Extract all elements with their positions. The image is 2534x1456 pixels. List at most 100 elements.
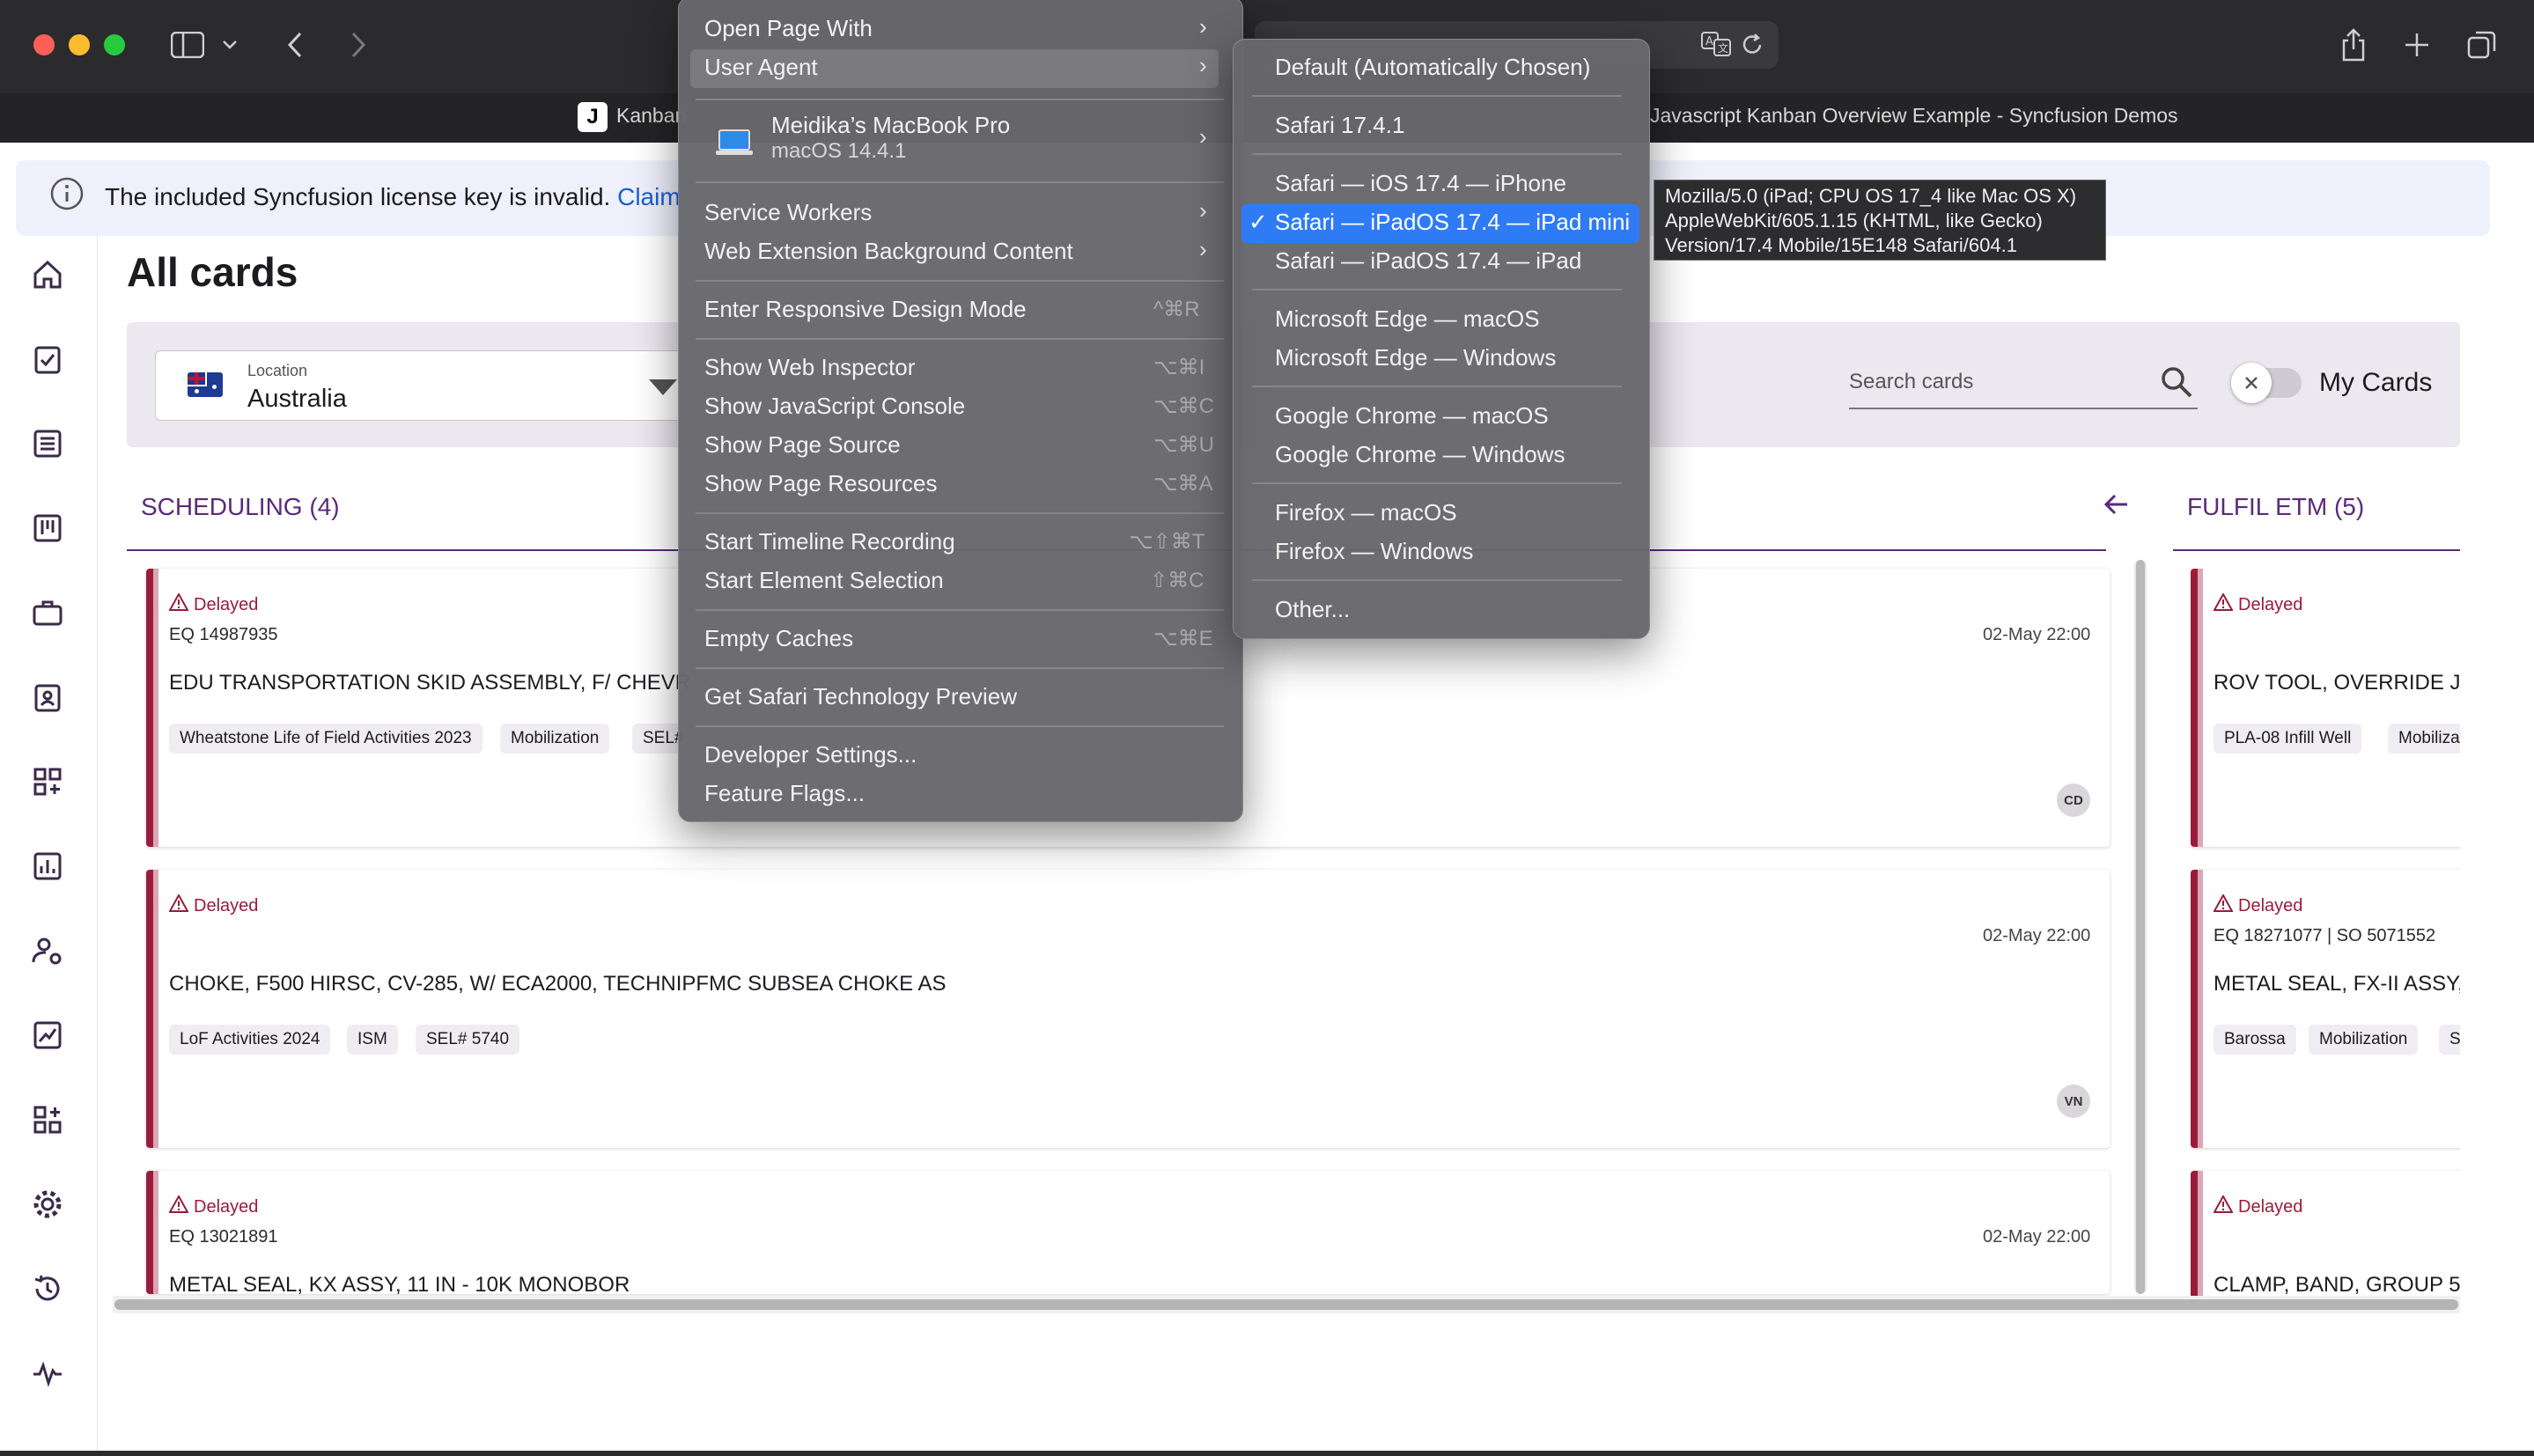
- menu-item-js-console[interactable]: Show JavaScript Console: [704, 393, 965, 420]
- card-date: 02-May 22:00: [1983, 1227, 2091, 1246]
- page-title: All cards: [127, 249, 298, 295]
- favicon-icon: J: [578, 102, 608, 132]
- close-window-button[interactable]: [33, 34, 55, 55]
- home-icon[interactable]: [26, 254, 69, 296]
- ua-chrome-windows[interactable]: Google Chrome — Windows: [1275, 441, 1565, 468]
- back-icon[interactable]: [275, 25, 315, 65]
- kanban-card[interactable]: Delayed CHOKE, F500 HIRSC, CV-285, W/ EC…: [146, 870, 2110, 1148]
- menu-item-feature-flags[interactable]: Feature Flags...: [704, 780, 865, 807]
- warning-icon: [2213, 893, 2234, 917]
- menu-item-page-resources[interactable]: Show Page Resources: [704, 470, 937, 497]
- ua-firefox-windows[interactable]: Firefox — Windows: [1275, 538, 1473, 565]
- user-settings-icon[interactable]: [26, 930, 69, 972]
- menu-item-device-name[interactable]: Meidika’s MacBook Pro: [771, 112, 1010, 139]
- collapse-arrow-icon[interactable]: [2103, 491, 2131, 522]
- menu-item-element-selection[interactable]: Start Element Selection: [704, 567, 944, 594]
- minimize-window-button[interactable]: [69, 34, 90, 55]
- ua-firefox-macos[interactable]: Firefox — macOS: [1275, 499, 1457, 526]
- menu-item-web-inspector[interactable]: Show Web Inspector: [704, 354, 915, 381]
- zoom-window-button[interactable]: [104, 34, 125, 55]
- dropdown-caret-icon: [649, 379, 677, 400]
- submenu-chevron-icon: ›: [1199, 236, 1207, 262]
- analytics-icon[interactable]: [26, 1014, 69, 1056]
- menu-separator: [1252, 95, 1622, 97]
- claim-link[interactable]: Claim: [617, 183, 681, 210]
- ua-edge-macos[interactable]: Microsoft Edge — macOS: [1275, 305, 1540, 333]
- menu-item-service-workers[interactable]: Service Workers: [704, 199, 872, 226]
- license-banner-text: The included Syncfusion license key is i…: [105, 183, 681, 211]
- ua-chrome-macos[interactable]: Google Chrome — macOS: [1275, 402, 1549, 430]
- column-scrollbar[interactable]: [2134, 560, 2147, 1294]
- shortcut: ^⌘R: [1153, 298, 1200, 321]
- tab-active-title[interactable]: Javascript Kanban Overview Example - Syn…: [1650, 104, 2178, 128]
- menu-item-developer-settings[interactable]: Developer Settings...: [704, 741, 917, 768]
- ua-safari-ios-iphone[interactable]: Safari — iOS 17.4 — iPhone: [1275, 170, 1566, 197]
- search-underline: [1849, 408, 2198, 409]
- kanban-card[interactable]: Delayed ROV TOOL, OVERRIDE JA PLA-08 Inf…: [2191, 569, 2460, 847]
- location-dropdown[interactable]: Location Australia: [155, 350, 685, 421]
- menu-item-responsive-design[interactable]: Enter Responsive Design Mode: [704, 296, 1027, 323]
- ua-safari[interactable]: Safari 17.4.1: [1275, 112, 1404, 139]
- ua-safari-ipad-mini[interactable]: Safari — iPadOS 17.4 — iPad mini: [1275, 209, 1630, 236]
- history-icon[interactable]: [26, 1268, 69, 1310]
- tab-left-title[interactable]: Kanban: [616, 104, 686, 128]
- ua-other[interactable]: Other...: [1275, 596, 1350, 623]
- menu-item-user-agent[interactable]: User Agent: [704, 54, 818, 81]
- card-tag: Wheatstone Life of Field Activities 2023: [169, 724, 482, 754]
- menu-item-web-extension[interactable]: Web Extension Background Content: [704, 238, 1073, 265]
- my-cards-toggle[interactable]: [2231, 363, 2302, 403]
- contact-board-icon[interactable]: [26, 676, 69, 718]
- search-icon[interactable]: [2159, 364, 2194, 404]
- card-tag: Mobilization: [500, 724, 610, 754]
- menu-separator: [1252, 289, 1622, 290]
- warning-icon: [168, 592, 189, 616]
- menu-item-page-source[interactable]: Show Page Source: [704, 431, 901, 459]
- menu-item-empty-caches[interactable]: Empty Caches: [704, 625, 853, 652]
- shortcut: ⌥⌘A: [1153, 472, 1213, 496]
- tab-overview-icon[interactable]: [2462, 25, 2502, 65]
- settings-gear-icon[interactable]: [26, 1183, 69, 1225]
- search-input[interactable]: Search cards: [1849, 370, 1973, 394]
- kanban-card[interactable]: Delayed CLAMP, BAND, GROUP 5,: [2191, 1171, 2460, 1303]
- shortcut: ⌥⌘C: [1153, 394, 1214, 418]
- reload-icon[interactable]: [1739, 32, 1765, 63]
- kanban-card[interactable]: Delayed EQ 13021891 METAL SEAL, KX ASSY,…: [146, 1171, 2110, 1294]
- menu-separator: [696, 280, 1224, 282]
- ua-safari-ipad[interactable]: Safari — iPadOS 17.4 — iPad: [1275, 247, 1581, 275]
- menu-item-open-page-with[interactable]: Open Page With: [704, 15, 873, 42]
- kanban-card[interactable]: Delayed EQ 18271077 | SO 5071552 METAL S…: [2191, 870, 2460, 1148]
- menu-separator: [696, 512, 1224, 514]
- menu-item-timeline-recording[interactable]: Start Timeline Recording: [704, 528, 955, 555]
- column-header-scheduling: SCHEDULING (4): [141, 493, 340, 520]
- new-tab-icon[interactable]: [2397, 25, 2437, 65]
- tooltip-line: Mozilla/5.0 (iPad; CPU OS 17_4 like Mac …: [1665, 185, 2077, 207]
- horizontal-scrollbar[interactable]: [113, 1296, 2460, 1313]
- list-icon[interactable]: [26, 423, 69, 465]
- avatar[interactable]: CD: [2057, 783, 2090, 817]
- card-tag: Mobilizati: [2388, 724, 2460, 754]
- card-title: METAL SEAL, FX-II ASSY,: [2214, 972, 2460, 996]
- ua-default[interactable]: Default (Automatically Chosen): [1275, 54, 1590, 81]
- share-icon[interactable]: [2333, 25, 2374, 65]
- widgets-add-icon[interactable]: [26, 1099, 69, 1141]
- info-icon: [49, 176, 85, 216]
- delayed-badge: Delayed: [168, 893, 258, 917]
- translate-icon[interactable]: A文: [1700, 30, 1734, 63]
- shortcut: ⌥⌘U: [1153, 433, 1214, 457]
- delayed-badge: Delayed: [168, 592, 258, 616]
- briefcase-icon[interactable]: [26, 592, 69, 634]
- activity-icon[interactable]: [26, 1352, 69, 1394]
- apps-add-icon[interactable]: [26, 761, 69, 803]
- report-icon[interactable]: [26, 845, 69, 887]
- tasks-icon[interactable]: [26, 338, 69, 380]
- sidebar-icon[interactable]: [167, 25, 208, 65]
- avatar[interactable]: VN: [2057, 1085, 2090, 1118]
- macbook-icon: [715, 129, 753, 155]
- kanban-board-icon[interactable]: [26, 507, 69, 549]
- ua-edge-windows[interactable]: Microsoft Edge — Windows: [1275, 344, 1556, 371]
- forward-icon[interactable]: [338, 25, 379, 65]
- card-id: EQ 14987935: [169, 625, 278, 644]
- menu-item-tech-preview[interactable]: Get Safari Technology Preview: [704, 683, 1017, 710]
- close-icon[interactable]: [2231, 363, 2272, 403]
- chevron-down-icon[interactable]: [217, 25, 243, 65]
